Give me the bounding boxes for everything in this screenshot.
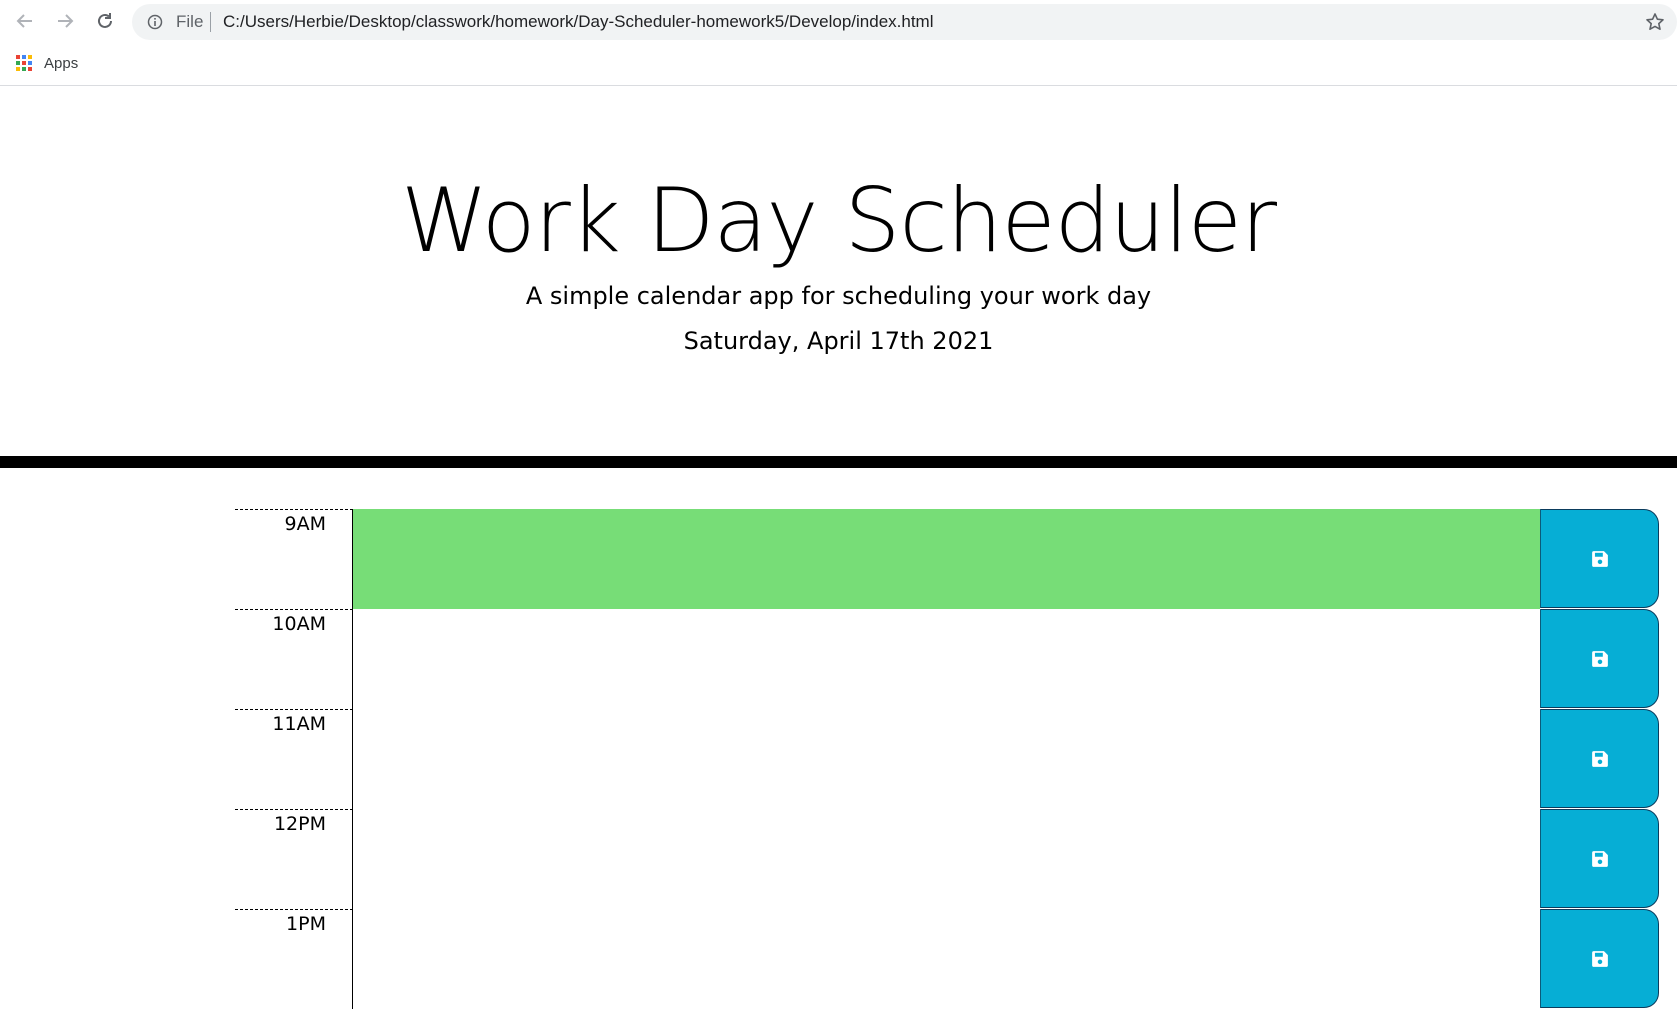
time-block: 12PM (235, 809, 1660, 909)
hour-label: 9AM (235, 509, 353, 609)
event-textarea[interactable] (353, 809, 1540, 909)
address-bar[interactable]: File C:/Users/Herbie/Desktop/classwork/h… (132, 4, 1677, 40)
time-block: 9AM (235, 509, 1660, 609)
event-textarea[interactable] (353, 509, 1540, 609)
star-icon[interactable] (1645, 12, 1665, 32)
save-button[interactable] (1540, 609, 1659, 708)
address-separator (210, 12, 211, 32)
hour-label: 10AM (235, 609, 353, 709)
save-button[interactable] (1540, 509, 1659, 608)
floppy-disk-icon (1591, 650, 1608, 667)
url-text[interactable]: C:/Users/Herbie/Desktop/classwork/homewo… (223, 12, 934, 32)
info-icon[interactable] (147, 14, 163, 30)
header: Work Day Scheduler A simple calendar app… (0, 86, 1677, 456)
time-block: 11AM (235, 709, 1660, 809)
event-textarea[interactable] (353, 609, 1540, 709)
save-button[interactable] (1540, 809, 1659, 908)
arrow-left-icon (16, 14, 32, 28)
apps-grid-icon (16, 55, 32, 71)
floppy-disk-icon (1591, 950, 1608, 967)
time-block-list: 9AM 10AM 11AM 12PM 1PM (235, 509, 1660, 1009)
bookmarks-bar: Apps (0, 42, 1677, 86)
floppy-disk-icon (1591, 550, 1608, 567)
browser-toolbar: File C:/Users/Herbie/Desktop/classwork/h… (0, 0, 1677, 42)
time-block: 1PM (235, 909, 1660, 1009)
bookmark-apps[interactable]: Apps (16, 53, 78, 73)
reload-icon (98, 13, 112, 28)
event-textarea[interactable] (353, 709, 1540, 809)
reload-button[interactable] (92, 8, 118, 34)
floppy-disk-icon (1591, 750, 1608, 767)
back-button[interactable] (12, 8, 38, 34)
floppy-disk-icon (1591, 850, 1608, 867)
header-divider (0, 456, 1677, 468)
time-block: 10AM (235, 609, 1660, 709)
hour-label: 1PM (235, 909, 353, 1009)
hour-label: 12PM (235, 809, 353, 909)
page-title: Work Day Scheduler (400, 169, 1277, 272)
file-label: File (176, 12, 204, 31)
hour-label: 11AM (235, 709, 353, 809)
forward-button[interactable] (52, 8, 78, 34)
bookmark-apps-label: Apps (44, 54, 79, 72)
current-date: Saturday, April 17th 2021 (683, 327, 994, 355)
event-textarea[interactable] (353, 909, 1540, 1009)
save-button[interactable] (1540, 709, 1659, 808)
save-button[interactable] (1540, 909, 1659, 1008)
arrow-right-icon (58, 14, 74, 28)
subtitle: A simple calendar app for scheduling you… (525, 282, 1152, 310)
